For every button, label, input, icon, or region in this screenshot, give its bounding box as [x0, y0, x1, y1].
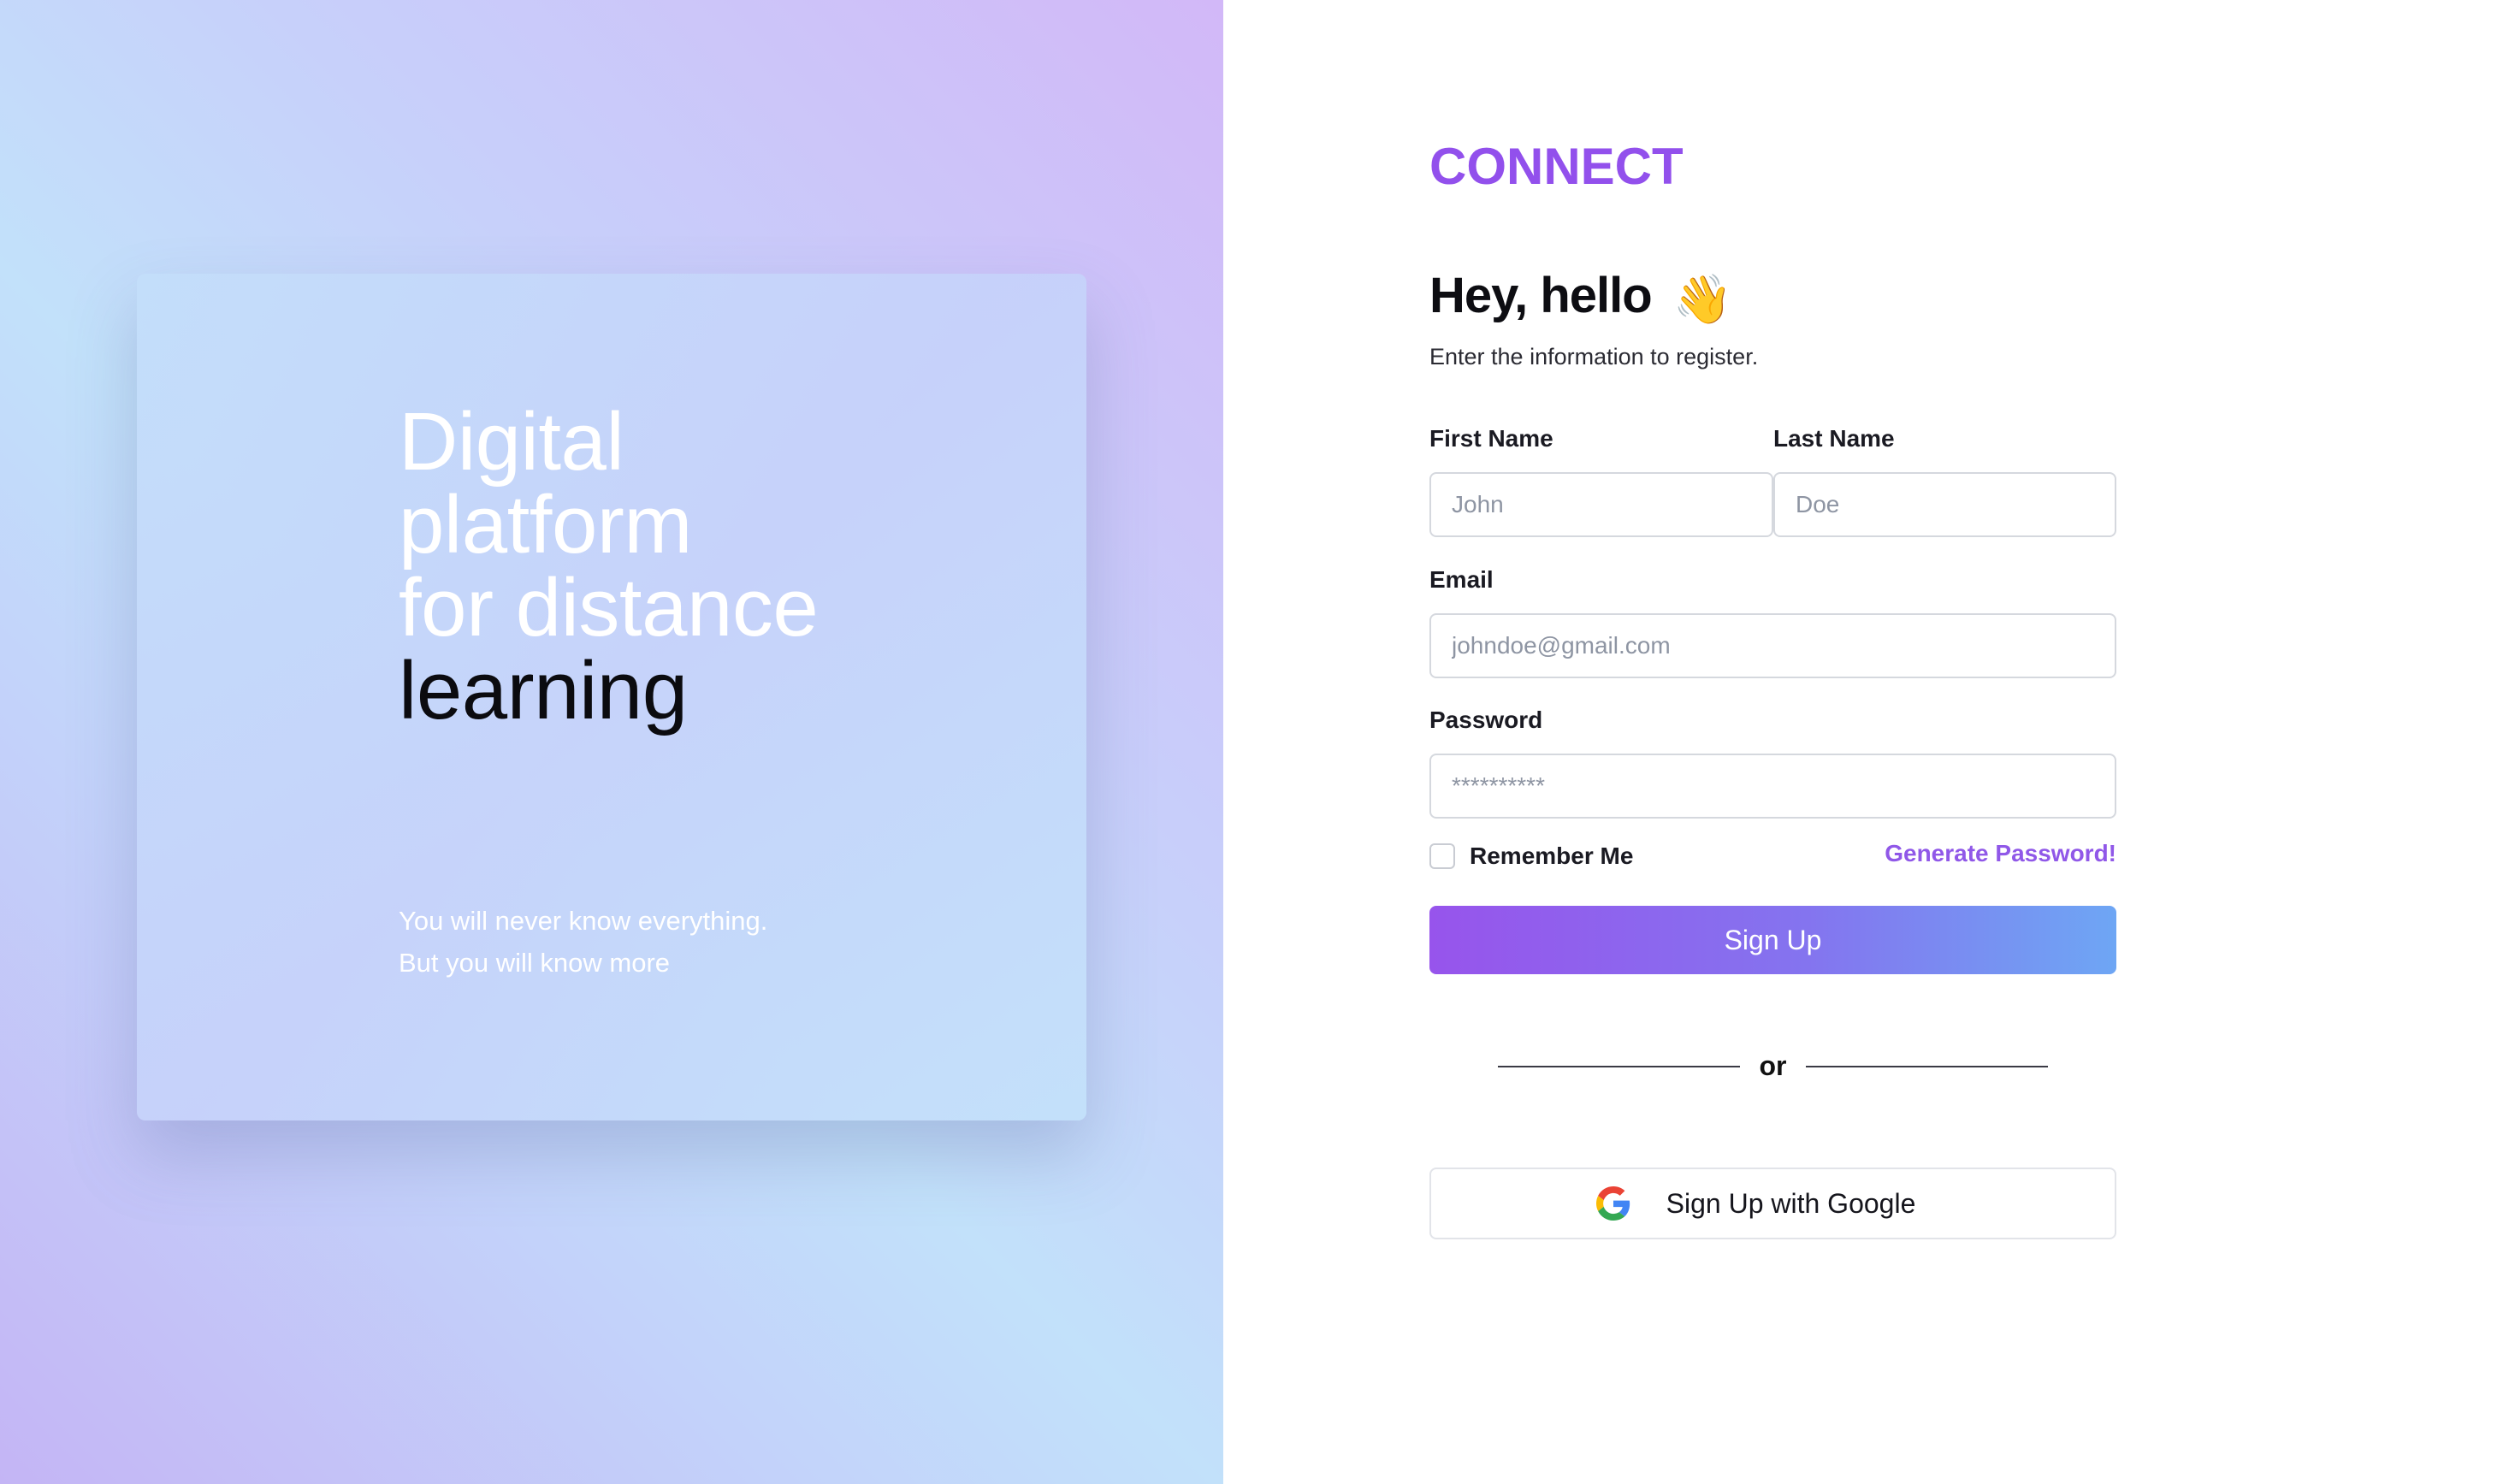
headline-line: for distance	[399, 562, 819, 653]
register-page: Digital platform for distance learning Y…	[0, 0, 2515, 1484]
form-panel: CONNECT Hey, hello 👋 Enter the informati…	[1223, 0, 2515, 1484]
sign-up-button[interactable]: Sign Up	[1429, 906, 2116, 974]
hero-card: Digital platform for distance learning Y…	[137, 274, 1086, 1120]
remember-me: Remember Me	[1429, 843, 1633, 870]
remember-me-checkbox[interactable]	[1429, 843, 1455, 869]
first-name-input[interactable]	[1429, 472, 1773, 537]
waving-hand-icon: 👋	[1672, 272, 1733, 326]
quote-line: You will never know everything.	[399, 906, 768, 936]
remember-me-label[interactable]: Remember Me	[1470, 843, 1633, 870]
form-subtitle: Enter the information to register.	[1429, 344, 1759, 370]
greeting-text: Hey, hello	[1429, 268, 1653, 323]
headline-line-emphasis: learning	[399, 645, 688, 736]
google-sign-up-label: Sign Up with Google	[1666, 1187, 1916, 1219]
google-icon	[1595, 1186, 1630, 1221]
generate-password-link[interactable]: Generate Password!	[1885, 840, 2116, 867]
hero-panel: Digital platform for distance learning Y…	[0, 0, 1223, 1484]
password-input[interactable]	[1429, 754, 2116, 819]
email-label: Email	[1429, 566, 1494, 593]
last-name-label: Last Name	[1773, 425, 1895, 452]
google-sign-up-button[interactable]: Sign Up with Google	[1429, 1168, 2116, 1239]
first-name-label: First Name	[1429, 425, 1553, 452]
or-divider: or	[1498, 1050, 2048, 1082]
divider-text: or	[1759, 1050, 1787, 1081]
quote-line: But you will know more	[399, 948, 671, 978]
last-name-input[interactable]	[1773, 472, 2116, 537]
divider-line-right	[1806, 1065, 2048, 1067]
headline-line: platform	[399, 479, 692, 571]
hero-headline: Digital platform for distance learning	[399, 396, 819, 736]
email-input[interactable]	[1429, 613, 2116, 678]
headline-line: Digital	[399, 396, 624, 488]
password-label: Password	[1429, 707, 1543, 733]
divider-line-left	[1498, 1065, 1740, 1067]
brand-logo: CONNECT	[1429, 138, 1684, 195]
greeting-heading: Hey, hello 👋	[1429, 267, 1733, 328]
hero-quote: You will never know everything. But you …	[399, 900, 767, 984]
